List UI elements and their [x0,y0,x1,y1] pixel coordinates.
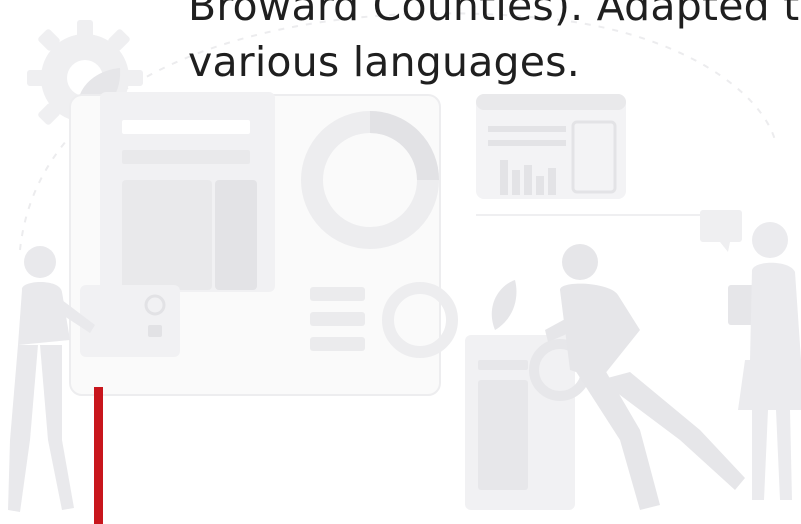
panel-line [122,120,250,134]
list-bar [310,312,365,326]
panel-block [215,180,257,290]
accent-bar [94,387,103,524]
panel-block [122,180,212,290]
description-text: Broward Counties). Adapted to various la… [188,0,801,90]
chat-bubble-icon [700,210,742,252]
person-icon [738,222,801,500]
description-line-2: various languages. [188,38,580,86]
list-bar [310,287,365,301]
widget-card [80,285,180,357]
panel-line [122,150,250,164]
description-line-1: Broward Counties). Adapted to [188,0,801,30]
bar-chart-icon [476,94,626,199]
plant-icon [491,280,517,330]
list-bar [310,337,365,351]
